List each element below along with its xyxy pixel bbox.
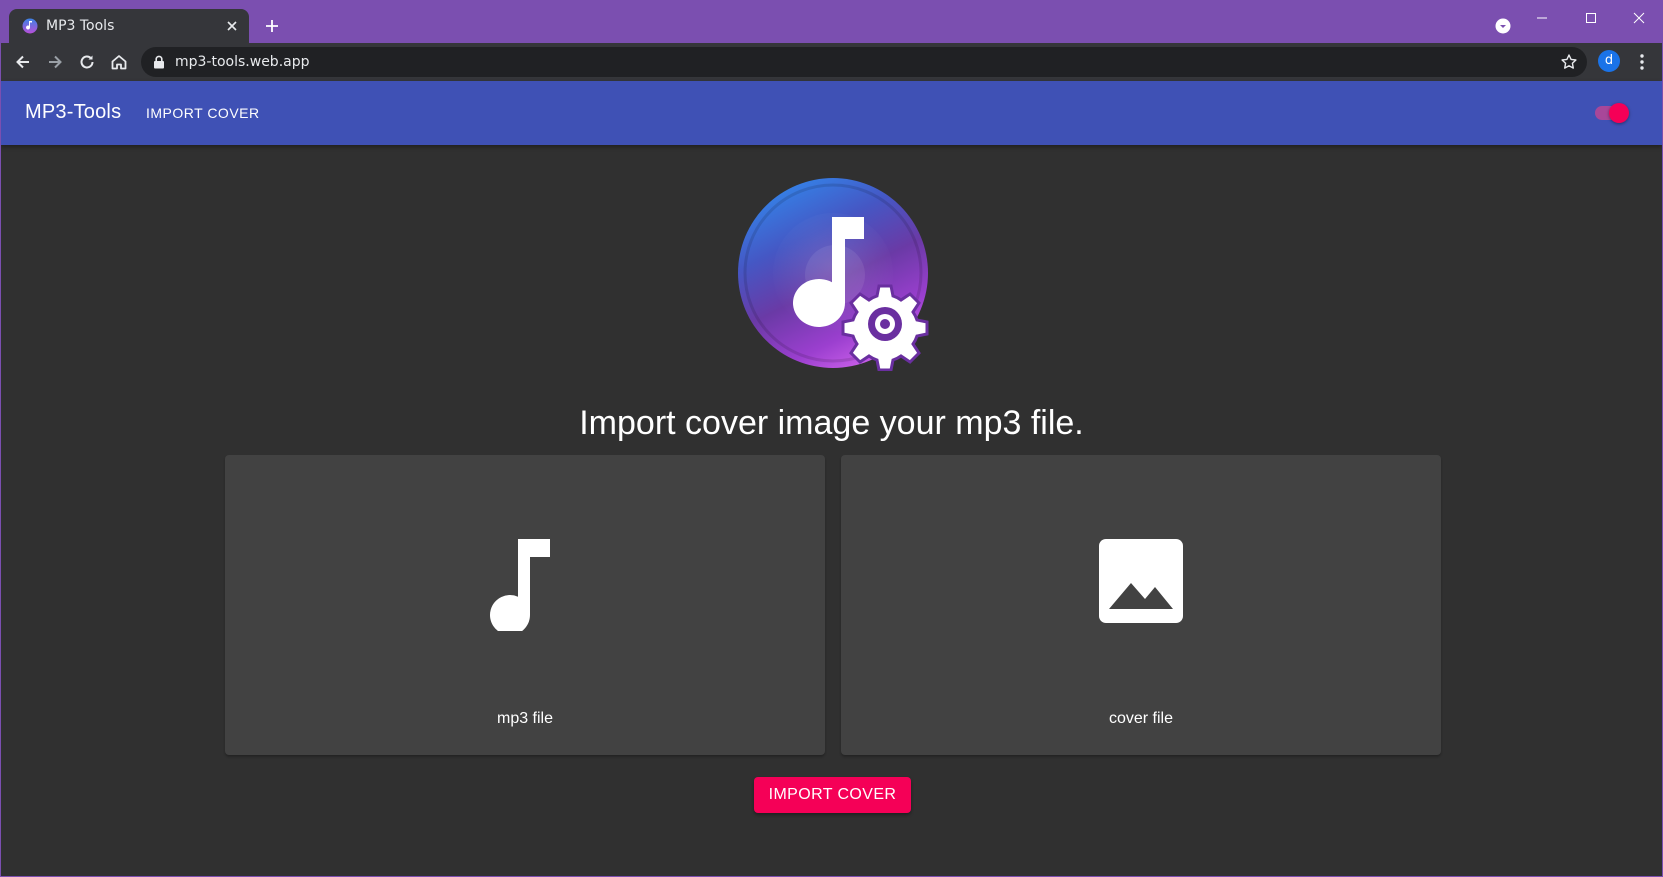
browser-toolbar: mp3-tools.web.app d: [1, 43, 1662, 81]
theme-toggle[interactable]: [1591, 102, 1631, 124]
window-close-icon[interactable]: [1628, 7, 1650, 29]
browser-window: MP3 Tools mp3-tools.web.app d MP3-Tools …: [0, 0, 1663, 877]
bookmark-star-icon[interactable]: [1560, 53, 1578, 71]
address-bar[interactable]: mp3-tools.web.app: [141, 47, 1587, 77]
cover-file-label: cover file: [1108, 710, 1174, 727]
more-vert-icon[interactable]: [1632, 52, 1652, 72]
reload-icon[interactable]: [77, 52, 97, 72]
tab-strip: MP3 Tools: [1, 1, 1662, 43]
close-icon[interactable]: [225, 19, 239, 33]
mp3-file-label: mp3 file: [496, 710, 554, 727]
back-arrow-icon[interactable]: [13, 52, 33, 72]
profile-avatar[interactable]: d: [1598, 50, 1620, 72]
new-tab-plus-icon[interactable]: [263, 17, 281, 35]
maximize-icon[interactable]: [1580, 7, 1602, 29]
app-bar: MP3-Tools IMPORT COVER: [1, 81, 1662, 145]
lock-icon: [154, 55, 164, 69]
music-note-gear-icon: [738, 178, 929, 371]
home-icon[interactable]: [109, 52, 129, 72]
minimize-icon[interactable]: [1531, 7, 1553, 29]
image-icon: [1099, 539, 1183, 623]
cover-file-drop-card[interactable]: cover file: [841, 455, 1441, 755]
url-text: mp3-tools.web.app: [175, 54, 310, 70]
app-brand-title[interactable]: MP3-Tools: [25, 101, 121, 124]
app-favicon-icon: [22, 18, 38, 34]
import-cover-button[interactable]: IMPORT COVER: [754, 777, 911, 813]
mp3-file-drop-card[interactable]: mp3 file: [225, 455, 825, 755]
page-headline: Import cover image your mp3 file.: [579, 404, 1084, 442]
nav-import-cover-link[interactable]: IMPORT COVER: [146, 105, 260, 121]
forward-arrow-icon[interactable]: [45, 52, 65, 72]
music-note-icon: [490, 539, 550, 631]
tab-search-chevron-icon[interactable]: [1495, 18, 1511, 34]
tab-title: MP3 Tools: [46, 18, 115, 34]
browser-tab[interactable]: MP3 Tools: [9, 9, 249, 43]
toggle-thumb: [1609, 103, 1629, 123]
